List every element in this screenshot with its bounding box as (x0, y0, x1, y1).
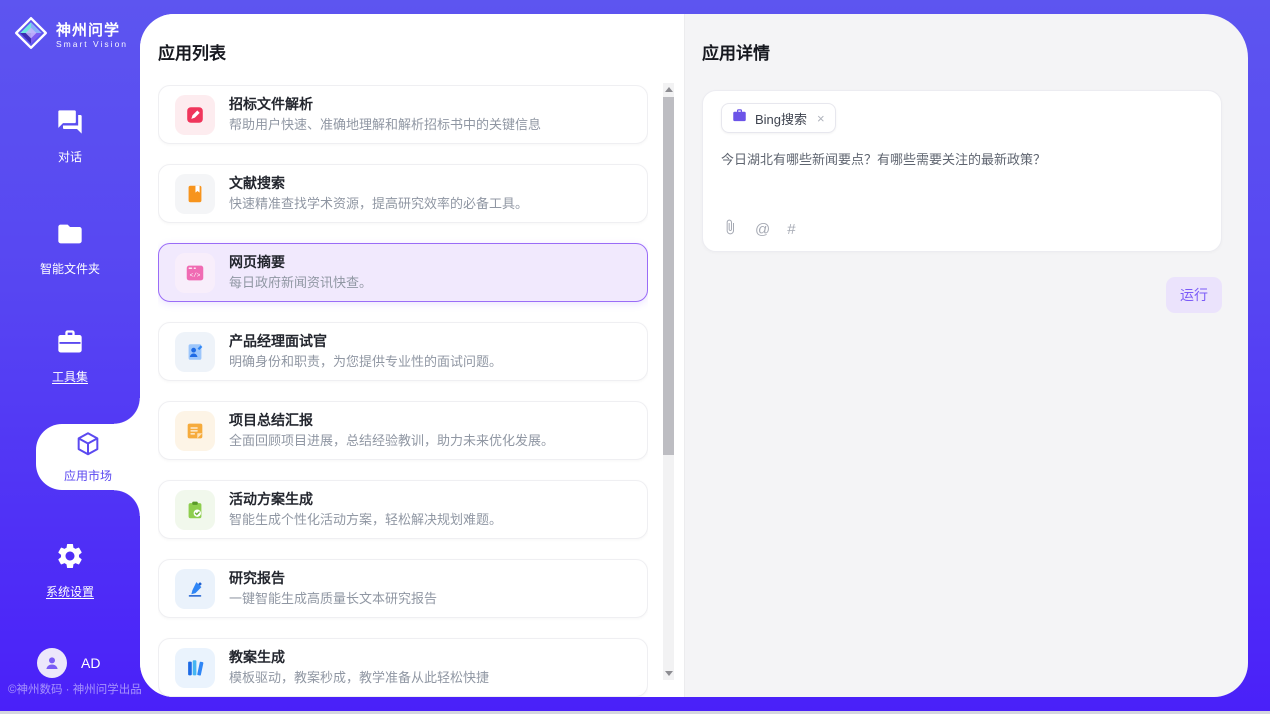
app-card-desc: 明确身份和职责，为您提供专业性的面试问题。 (229, 353, 502, 370)
app-card-literature-search[interactable]: 文献搜索 快速精准查找学术资源，提高研究效率的必备工具。 (158, 164, 648, 223)
gear-icon (55, 541, 85, 574)
app-card-desc: 帮助用户快速、准确地理解和解析招标书中的关键信息 (229, 116, 541, 133)
toolbox-icon (56, 328, 84, 359)
sidebar-item-toolset[interactable]: 工具集 (0, 328, 140, 385)
sidebar-item-smart-folder[interactable]: 智能文件夹 (0, 220, 140, 277)
scroll-down-icon[interactable] (665, 671, 673, 676)
scrollbar-thumb[interactable] (663, 97, 674, 455)
tender-parse-pen-icon (175, 95, 215, 135)
sidebar-item-label: 工具集 (52, 368, 88, 385)
brand-logo-diamond-icon (13, 15, 49, 56)
sidebar-item-settings[interactable]: 系统设置 (0, 541, 140, 600)
app-card-tender-parse[interactable]: 招标文件解析 帮助用户快速、准确地理解和解析招标书中的关键信息 (158, 85, 648, 144)
brand: 神州问学 Smart Vision (13, 15, 128, 56)
app-detail-panel: 应用详情 Bing搜索 × 今日湖北有哪些新闻要点？有哪些需要关注的最新政策？ … (684, 14, 1248, 697)
main-content: 应用列表 招标文件解析 帮助用户快速、准确地理解和解析招标书中的关键信息 文献搜… (140, 14, 1248, 697)
app-card-desc: 智能生成个性化活动方案，轻松解决规划难题。 (229, 511, 502, 528)
app-card-desc: 全面回顾项目进展，总结经验教训，助力未来优化发展。 (229, 432, 554, 449)
app-card-desc: 快速精准查找学术资源，提高研究效率的必备工具。 (229, 195, 528, 212)
mention-icon[interactable]: @ (755, 222, 770, 237)
app-card-name: 活动方案生成 (229, 491, 502, 508)
folder-icon (56, 220, 84, 251)
app-card-name: 网页摘要 (229, 254, 372, 271)
app-card-lesson-plan[interactable]: 教案生成 模板驱动，教案秒成，教学准备从此轻松快捷 (158, 638, 648, 697)
app-card-name: 项目总结汇报 (229, 412, 554, 429)
app-card-pm-interviewer[interactable]: 产品经理面试官 明确身份和职责，为您提供专业性的面试问题。 (158, 322, 648, 381)
note-icon (175, 411, 215, 451)
app-detail-title: 应用详情 (702, 39, 1222, 64)
tool-tag-label: Bing搜索 (755, 109, 807, 128)
hashtag-icon[interactable]: # (787, 222, 795, 237)
avatar (37, 648, 67, 678)
app-card-name: 文献搜索 (229, 175, 528, 192)
app-list-title: 应用列表 (158, 39, 226, 64)
prompt-toolbar: @ # (722, 219, 796, 240)
sidebar-item-label: 系统设置 (46, 583, 94, 600)
app-card-list: 招标文件解析 帮助用户快速、准确地理解和解析招标书中的关键信息 文献搜索 快速精… (158, 85, 648, 697)
app-card-desc: 模板驱动，教案秒成，教学准备从此轻松快捷 (229, 669, 489, 686)
app-card-project-summary[interactable]: 项目总结汇报 全面回顾项目进展，总结经验教训，助力未来优化发展。 (158, 401, 648, 460)
interviewer-person-icon (175, 332, 215, 372)
prompt-text[interactable]: 今日湖北有哪些新闻要点？有哪些需要关注的最新政策？ (721, 150, 1203, 169)
sidebar-item-label: 智能文件夹 (40, 260, 100, 277)
tool-tag-close-icon[interactable]: × (817, 111, 825, 126)
sidebar-footer-credit: ©神州数码 · 神州问学出品 (8, 681, 142, 697)
sidebar: 神州问学 Smart Vision 对话 智能文件夹 工具集 应用市场 系统设置 (0, 0, 140, 714)
brand-subtitle: Smart Vision (56, 39, 128, 49)
prompt-card: Bing搜索 × 今日湖北有哪些新闻要点？有哪些需要关注的最新政策？ @ # (702, 90, 1222, 252)
app-list-scrollbar[interactable] (663, 83, 674, 680)
brand-name: 神州问学 (56, 22, 128, 39)
app-card-desc: 每日政府新闻资讯快查。 (229, 274, 372, 291)
cube-icon (74, 430, 102, 461)
app-card-name: 产品经理面试官 (229, 333, 502, 350)
paperclip-icon[interactable] (722, 219, 738, 240)
pen-nib-icon (175, 569, 215, 609)
svg-text:</>: </> (190, 272, 201, 279)
sidebar-item-app-market[interactable]: 应用市场 (36, 424, 140, 490)
app-card-name: 招标文件解析 (229, 96, 541, 113)
app-list-panel: 应用列表 招标文件解析 帮助用户快速、准确地理解和解析招标书中的关键信息 文献搜… (140, 14, 684, 697)
tool-tag-bing-search[interactable]: Bing搜索 × (721, 103, 836, 133)
scroll-up-icon[interactable] (665, 87, 673, 92)
app-card-web-summary[interactable]: </> 网页摘要 每日政府新闻资讯快查。 (158, 243, 648, 302)
book-icon (175, 174, 215, 214)
user-account[interactable]: AD (37, 648, 100, 678)
books-icon (175, 648, 215, 688)
chat-icon (56, 108, 84, 139)
app-card-name: 研究报告 (229, 570, 437, 587)
app-card-research-report[interactable]: 研究报告 一键智能生成高质量长文本研究报告 (158, 559, 648, 618)
app-card-name: 教案生成 (229, 649, 489, 666)
sidebar-item-chat[interactable]: 对话 (0, 108, 140, 165)
sidebar-item-label: 应用市场 (64, 467, 112, 484)
browser-code-icon: </> (175, 253, 215, 293)
app-card-activity-plan[interactable]: 活动方案生成 智能生成个性化活动方案，轻松解决规划难题。 (158, 480, 648, 539)
app-card-desc: 一键智能生成高质量长文本研究报告 (229, 590, 437, 607)
briefcase-icon (732, 108, 747, 128)
user-initials: AD (81, 655, 100, 671)
sidebar-item-label: 对话 (58, 148, 82, 165)
run-button[interactable]: 运行 (1166, 277, 1222, 313)
clipboard-check-icon (175, 490, 215, 530)
